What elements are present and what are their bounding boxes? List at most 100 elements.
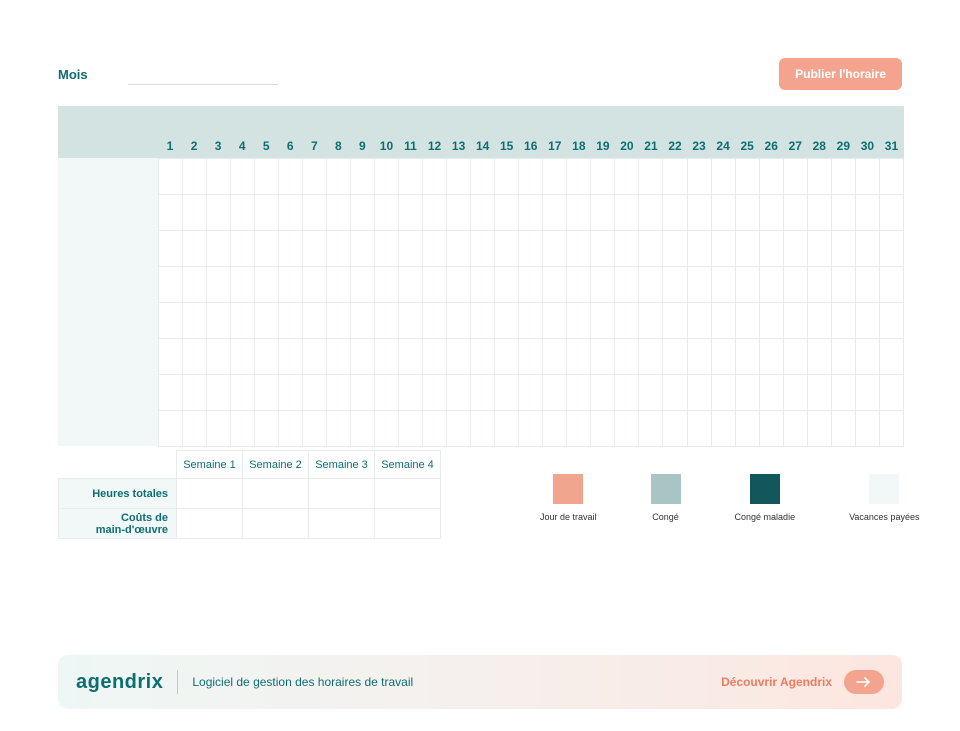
schedule-cell[interactable] bbox=[735, 230, 759, 266]
schedule-cell[interactable] bbox=[230, 374, 254, 410]
schedule-cell[interactable] bbox=[639, 302, 663, 338]
schedule-cell[interactable] bbox=[519, 158, 543, 194]
schedule-cell[interactable] bbox=[639, 338, 663, 374]
schedule-cell[interactable] bbox=[230, 338, 254, 374]
schedule-cell[interactable] bbox=[519, 194, 543, 230]
schedule-cell[interactable] bbox=[519, 230, 543, 266]
schedule-cell[interactable] bbox=[567, 410, 591, 446]
schedule-cell[interactable] bbox=[639, 266, 663, 302]
schedule-cell[interactable] bbox=[374, 158, 398, 194]
schedule-cell[interactable] bbox=[783, 410, 807, 446]
schedule-cell[interactable] bbox=[158, 158, 182, 194]
employee-row-label[interactable] bbox=[58, 266, 158, 302]
schedule-cell[interactable] bbox=[615, 158, 639, 194]
schedule-cell[interactable] bbox=[350, 266, 374, 302]
schedule-cell[interactable] bbox=[567, 266, 591, 302]
schedule-cell[interactable] bbox=[471, 410, 495, 446]
schedule-cell[interactable] bbox=[230, 302, 254, 338]
schedule-cell[interactable] bbox=[615, 374, 639, 410]
schedule-cell[interactable] bbox=[591, 194, 615, 230]
schedule-cell[interactable] bbox=[831, 302, 855, 338]
schedule-cell[interactable] bbox=[447, 266, 471, 302]
schedule-cell[interactable] bbox=[783, 230, 807, 266]
schedule-cell[interactable] bbox=[398, 302, 422, 338]
schedule-cell[interactable] bbox=[206, 158, 230, 194]
schedule-cell[interactable] bbox=[855, 194, 879, 230]
schedule-cell[interactable] bbox=[278, 410, 302, 446]
schedule-cell[interactable] bbox=[158, 410, 182, 446]
schedule-cell[interactable] bbox=[423, 158, 447, 194]
schedule-cell[interactable] bbox=[206, 374, 230, 410]
schedule-cell[interactable] bbox=[182, 266, 206, 302]
schedule-cell[interactable] bbox=[687, 338, 711, 374]
schedule-cell[interactable] bbox=[831, 266, 855, 302]
schedule-cell[interactable] bbox=[759, 266, 783, 302]
schedule-cell[interactable] bbox=[735, 194, 759, 230]
schedule-cell[interactable] bbox=[302, 338, 326, 374]
schedule-cell[interactable] bbox=[735, 302, 759, 338]
schedule-cell[interactable] bbox=[350, 338, 374, 374]
schedule-cell[interactable] bbox=[302, 410, 326, 446]
schedule-cell[interactable] bbox=[350, 374, 374, 410]
schedule-cell[interactable] bbox=[254, 230, 278, 266]
schedule-cell[interactable] bbox=[639, 374, 663, 410]
discover-link[interactable]: Découvrir Agendrix bbox=[721, 675, 832, 689]
schedule-cell[interactable] bbox=[687, 266, 711, 302]
schedule-cell[interactable] bbox=[663, 410, 687, 446]
schedule-cell[interactable] bbox=[158, 194, 182, 230]
schedule-cell[interactable] bbox=[302, 266, 326, 302]
schedule-cell[interactable] bbox=[254, 266, 278, 302]
schedule-cell[interactable] bbox=[326, 266, 350, 302]
schedule-cell[interactable] bbox=[447, 158, 471, 194]
schedule-cell[interactable] bbox=[879, 410, 903, 446]
schedule-cell[interactable] bbox=[519, 338, 543, 374]
schedule-cell[interactable] bbox=[278, 338, 302, 374]
schedule-cell[interactable] bbox=[831, 194, 855, 230]
schedule-cell[interactable] bbox=[663, 266, 687, 302]
schedule-cell[interactable] bbox=[182, 374, 206, 410]
schedule-cell[interactable] bbox=[278, 302, 302, 338]
schedule-cell[interactable] bbox=[206, 266, 230, 302]
schedule-cell[interactable] bbox=[206, 194, 230, 230]
schedule-cell[interactable] bbox=[687, 410, 711, 446]
schedule-cell[interactable] bbox=[759, 194, 783, 230]
publish-schedule-button[interactable]: Publier l'horaire bbox=[779, 58, 902, 90]
schedule-cell[interactable] bbox=[879, 194, 903, 230]
employee-row-label[interactable] bbox=[58, 158, 158, 194]
schedule-cell[interactable] bbox=[398, 338, 422, 374]
schedule-cell[interactable] bbox=[639, 194, 663, 230]
schedule-cell[interactable] bbox=[423, 230, 447, 266]
employee-row-label[interactable] bbox=[58, 194, 158, 230]
schedule-cell[interactable] bbox=[807, 410, 831, 446]
schedule-cell[interactable] bbox=[711, 194, 735, 230]
schedule-cell[interactable] bbox=[591, 158, 615, 194]
schedule-cell[interactable] bbox=[206, 302, 230, 338]
schedule-cell[interactable] bbox=[278, 158, 302, 194]
schedule-cell[interactable] bbox=[663, 374, 687, 410]
schedule-cell[interactable] bbox=[447, 230, 471, 266]
schedule-cell[interactable] bbox=[182, 338, 206, 374]
schedule-cell[interactable] bbox=[495, 266, 519, 302]
schedule-cell[interactable] bbox=[423, 302, 447, 338]
schedule-cell[interactable] bbox=[230, 194, 254, 230]
schedule-cell[interactable] bbox=[158, 302, 182, 338]
schedule-cell[interactable] bbox=[302, 230, 326, 266]
schedule-cell[interactable] bbox=[807, 194, 831, 230]
schedule-cell[interactable] bbox=[158, 266, 182, 302]
schedule-cell[interactable] bbox=[615, 338, 639, 374]
schedule-cell[interactable] bbox=[855, 410, 879, 446]
schedule-cell[interactable] bbox=[615, 410, 639, 446]
schedule-cell[interactable] bbox=[495, 230, 519, 266]
schedule-cell[interactable] bbox=[374, 338, 398, 374]
schedule-cell[interactable] bbox=[735, 410, 759, 446]
schedule-cell[interactable] bbox=[495, 374, 519, 410]
schedule-cell[interactable] bbox=[206, 410, 230, 446]
schedule-cell[interactable] bbox=[158, 338, 182, 374]
schedule-cell[interactable] bbox=[471, 230, 495, 266]
schedule-cell[interactable] bbox=[495, 410, 519, 446]
schedule-cell[interactable] bbox=[591, 302, 615, 338]
schedule-cell[interactable] bbox=[254, 410, 278, 446]
schedule-cell[interactable] bbox=[711, 410, 735, 446]
summary-cell[interactable] bbox=[243, 509, 309, 539]
schedule-cell[interactable] bbox=[326, 194, 350, 230]
